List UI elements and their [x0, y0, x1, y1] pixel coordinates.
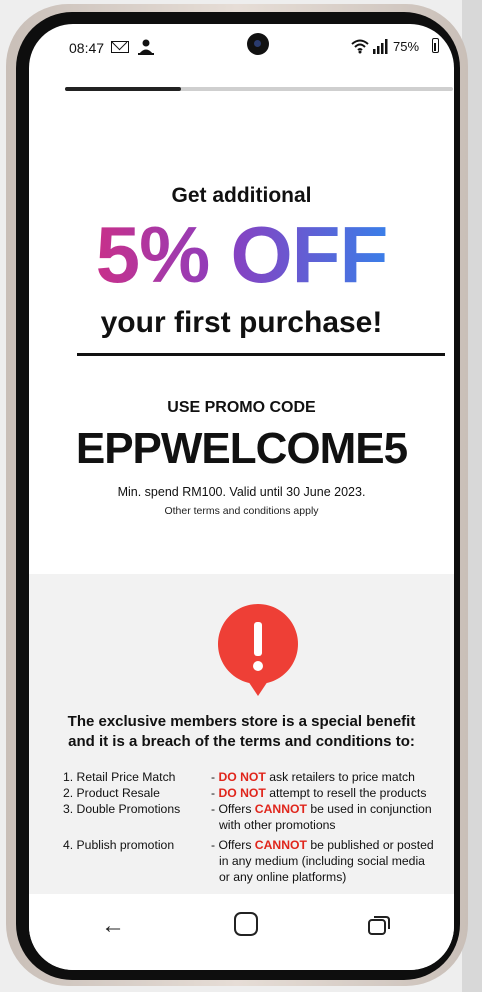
rule-prefix: - Offers	[211, 838, 255, 852]
rule-item: 1. Retail Price Match - DO NOT ask retai…	[29, 769, 454, 785]
mail-icon	[111, 41, 129, 53]
rule-text: - Offers CANNOT be used in conjunction	[211, 801, 432, 817]
rule-continuation: with other promotions	[29, 817, 454, 833]
rule-label: 3. Double Promotions	[63, 802, 181, 816]
min-spend-note: Min. spend RM100. Valid until 30 June 20…	[117, 485, 366, 499]
divider	[77, 353, 445, 356]
home-icon[interactable]	[234, 912, 258, 936]
rule-prefix: - Offers	[211, 802, 255, 816]
wifi-icon	[351, 39, 369, 54]
warning-headline-line2: and it is a breach of the terms and cond…	[68, 733, 415, 750]
discount-headline: 5% OFF	[29, 210, 454, 300]
phone-screen: 08:47 75% Get additional 5% OFF your fir…	[29, 24, 454, 970]
promo-subtitle: your first purchase!	[100, 306, 383, 339]
story-progress-fill	[65, 87, 182, 91]
warning-headline-line1: The exclusive members store is a special…	[67, 713, 416, 730]
rule-rest: attempt to resell the products	[265, 786, 427, 800]
terms-note: Other terms and conditions apply	[164, 505, 319, 517]
rule-rest: ask retailers to price match	[265, 770, 415, 784]
rule-text: - Offers CANNOT be published or posted	[211, 837, 434, 853]
promo-code: EPPWELCOME5	[75, 424, 408, 473]
rule-text-continued: with other promotions	[219, 818, 336, 832]
rule-emphasis: CANNOT	[254, 802, 307, 816]
rule-text: - DO NOT attempt to resell the products	[211, 785, 426, 801]
rule-label: 1. Retail Price Match	[63, 770, 176, 784]
story-progress-bar	[65, 87, 453, 91]
status-bar: 08:47 75%	[29, 24, 454, 70]
person-icon	[138, 39, 154, 55]
rules-list: 1. Retail Price Match - DO NOT ask retai…	[29, 769, 454, 885]
back-icon[interactable]: ←	[101, 912, 125, 940]
rule-rest: be used in conjunction	[306, 802, 432, 816]
front-camera	[247, 33, 269, 55]
discount-text: 5% OFF	[95, 210, 389, 299]
rule-text: - DO NOT ask retailers to price match	[211, 769, 415, 785]
rule-text-continued: in any medium (including social media	[219, 854, 425, 868]
rule-label: 4. Publish promotion	[63, 838, 175, 852]
rule-item: 3. Double Promotions - Offers CANNOT be …	[29, 801, 454, 817]
rule-continuation: in any medium (including social media	[29, 853, 454, 869]
rule-item: 2. Product Resale - DO NOT attempt to re…	[29, 785, 454, 801]
rule-text-continued: or any online platforms)	[219, 870, 347, 884]
recent-apps-icon[interactable]	[367, 914, 391, 936]
navigation-bar: ←	[29, 894, 454, 970]
rule-rest: be published or posted	[306, 838, 434, 852]
use-code-label: USE PROMO CODE	[167, 399, 316, 416]
rule-emphasis: DO NOT	[218, 770, 266, 784]
rule-continuation: or any online platforms)	[29, 869, 454, 885]
battery-icon	[432, 38, 439, 53]
battery-percent: 75%	[393, 39, 420, 54]
status-time: 08:47	[69, 40, 105, 56]
warning-headline: The exclusive members store is a special…	[29, 712, 454, 752]
promo-intro: Get additional	[171, 184, 312, 207]
signal-icon	[373, 39, 388, 54]
rule-label: 2. Product Resale	[63, 786, 160, 800]
rule-item: 4. Publish promotion - Offers CANNOT be …	[29, 837, 454, 853]
alert-icon	[217, 604, 298, 696]
rule-emphasis: CANNOT	[254, 838, 307, 852]
rule-emphasis: DO NOT	[218, 786, 266, 800]
